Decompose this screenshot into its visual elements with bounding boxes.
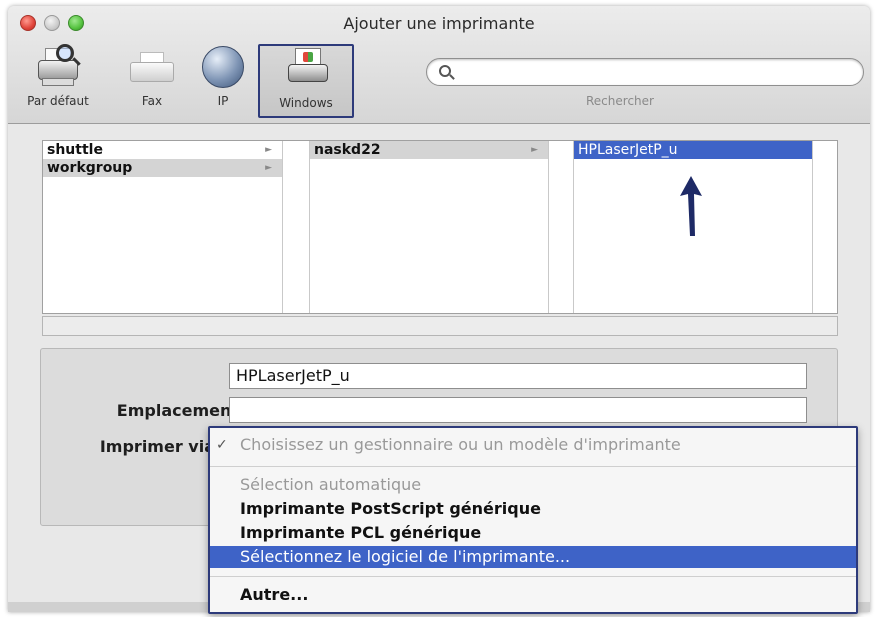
dropdown-item-auto: Sélection automatique — [240, 475, 422, 494]
dropdown-separator — [210, 466, 856, 467]
browser-row[interactable]: workgroup ► — [43, 159, 282, 177]
toolbar-fax-button[interactable]: Fax — [124, 44, 180, 118]
dropdown-item-select-software[interactable]: Sélectionnez le logiciel de l'imprimante… — [210, 546, 856, 568]
browser-row-label: HPLaserJetP_u — [578, 142, 678, 158]
browser-row[interactable]: naskd22 ► — [310, 141, 548, 159]
network-browser: shuttle ► workgroup ► naskd22 ► HPLaserJetP… — [42, 140, 838, 314]
browser-row[interactable]: shuttle ► — [43, 141, 282, 159]
driver-dropdown-menu: ✓ Choisissez un gestionnaire ou un modèle… — [208, 426, 858, 614]
printer-search-icon — [32, 44, 84, 88]
annotation-arrow-icon — [680, 176, 702, 236]
browser-row-label: shuttle — [47, 142, 103, 158]
windows-printer-icon — [280, 46, 332, 90]
dropdown-item-postscript[interactable]: Imprimante PostScript générique — [210, 498, 856, 520]
toolbar-windows-label: Windows — [279, 96, 333, 110]
toolbar: Ajouter une imprimante Par défaut Fax IP… — [8, 6, 870, 124]
location-field[interactable] — [229, 397, 807, 423]
toolbar-ip-label: IP — [217, 94, 229, 108]
disclosure-arrow-icon: ► — [265, 145, 272, 155]
toolbar-ip-button[interactable]: IP — [194, 44, 252, 118]
browser-row-label: naskd22 — [314, 142, 381, 158]
browser-column-workgroups: shuttle ► workgroup ► — [43, 141, 283, 313]
fax-icon — [126, 44, 178, 88]
search-field[interactable] — [426, 58, 864, 86]
toolbar-default-button[interactable]: Par défaut — [14, 44, 102, 118]
browser-row-label: workgroup — [47, 160, 133, 176]
browser-column-hosts: naskd22 ► — [309, 141, 549, 313]
location-label: Emplacement : — [116, 401, 251, 420]
browser-row[interactable]: HPLaserJetP_u — [574, 141, 812, 159]
disclosure-arrow-icon: ► — [265, 163, 272, 173]
name-field[interactable]: HPLaserJetP_u — [229, 363, 807, 389]
globe-icon — [197, 44, 249, 88]
toolbar-windows-button[interactable]: Windows — [258, 44, 354, 118]
dropdown-item-other[interactable]: Autre... — [210, 584, 856, 606]
dropdown-separator — [210, 576, 856, 577]
checkmark-icon: ✓ — [216, 437, 228, 453]
dropdown-header-item[interactable]: ✓ Choisissez un gestionnaire ou un modèle… — [210, 434, 856, 456]
disclosure-arrow-icon: ► — [531, 145, 538, 155]
print-via-label: Imprimer via — [99, 437, 215, 456]
toolbar-fax-label: Fax — [141, 94, 163, 108]
search-icon — [439, 65, 451, 77]
dropdown-header-label: Choisissez un gestionnaire ou un modèle … — [240, 435, 681, 454]
horizontal-scrollbar[interactable] — [42, 316, 838, 336]
window-title: Ajouter une imprimante — [343, 14, 535, 33]
toolbar-default-label: Par défaut — [27, 94, 89, 108]
dropdown-item-pcl[interactable]: Imprimante PCL générique — [210, 522, 856, 544]
search-label: Rechercher — [586, 94, 654, 108]
